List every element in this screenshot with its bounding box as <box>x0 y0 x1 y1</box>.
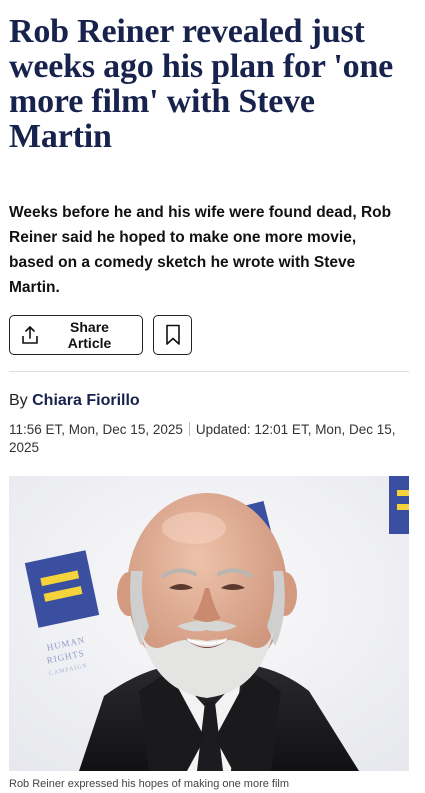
bookmark-button[interactable] <box>153 315 192 355</box>
article: Rob Reiner revealed just weeks ago his p… <box>9 0 409 790</box>
article-photo[interactable]: HUMAN RIGHTS CAMPAIGN <box>9 476 409 771</box>
share-article-label: Share Article <box>67 319 112 351</box>
share-article-button[interactable]: Share Article <box>9 315 143 355</box>
image-caption: Rob Reiner expressed his hopes of making… <box>9 778 290 790</box>
published-time: 11:56 ET, Mon, Dec 15, 2025 <box>9 422 183 437</box>
timestamp-separator <box>188 422 190 436</box>
photo-rob-reiner: HUMAN RIGHTS CAMPAIGN <box>9 476 409 771</box>
backdrop-logo-right <box>389 476 409 534</box>
article-standfirst: Weeks before he and his wife were found … <box>9 204 392 296</box>
author-link[interactable]: Chiara Fiorillo <box>32 392 140 409</box>
article-actions: Share Article <box>9 315 192 355</box>
byline-prefix: By <box>9 392 28 409</box>
headline: Rob Reiner revealed just weeks ago his p… <box>9 13 394 155</box>
timestamps: 11:56 ET, Mon, Dec 15, 2025 Updated: 12:0… <box>9 421 405 457</box>
byline: By Chiara Fiorillo <box>9 392 140 410</box>
bookmark-icon <box>165 324 181 346</box>
share-icon <box>20 325 40 345</box>
divider <box>9 371 409 372</box>
